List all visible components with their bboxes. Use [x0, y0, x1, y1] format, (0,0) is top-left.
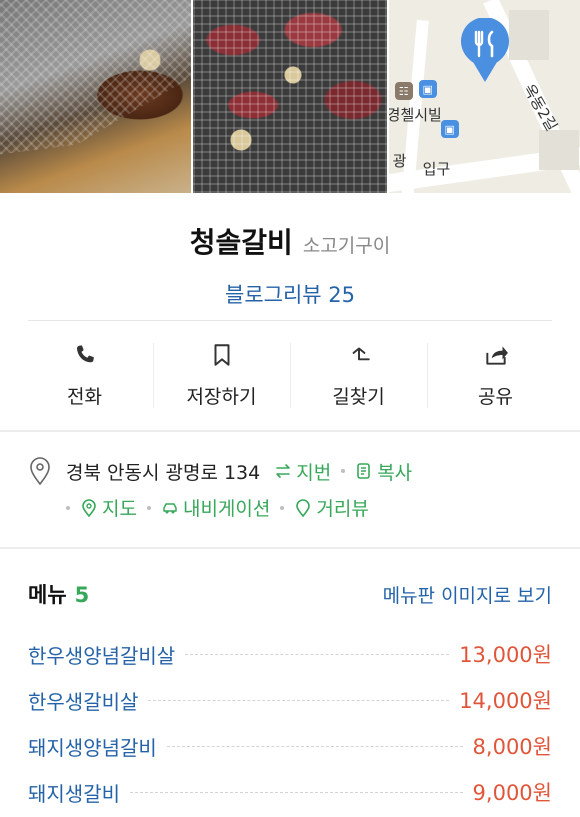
map-label-side-2: 광	[392, 152, 407, 170]
menu-item-name: 한우생양념갈비살	[28, 643, 176, 668]
menu-item-name: 돼지생양념갈비	[28, 735, 157, 760]
map-label-side-1: 입구	[422, 160, 451, 178]
lot-number-label: 지번	[296, 461, 332, 484]
map-thumbnail[interactable]: ☷ ▣ ▣ 경첼시빌 입구 광 옥동2길	[388, 0, 580, 193]
copy-label: 복사	[377, 461, 413, 484]
copy-address-button[interactable]: 복사	[355, 458, 412, 485]
menu-item[interactable]: 한우생갈비살 14,000원	[28, 677, 552, 723]
library-icon: ☷	[394, 82, 413, 100]
dotted-leader	[166, 745, 463, 747]
action-bar: 전화 저장하기 길찾기 공유	[16, 321, 564, 430]
menu-item-price: 8,000원	[472, 735, 552, 759]
place-name: 청솔갈비	[189, 226, 293, 259]
call-label: 전화	[67, 386, 102, 408]
menu-item-price: 13,000원	[459, 643, 552, 667]
menu-board-link[interactable]: 메뉴판 이미지로 보기	[383, 581, 552, 608]
menu-item-price: 9,000원	[472, 781, 552, 805]
photo-strip: ☷ ▣ ▣ 경첼시빌 입구 광 옥동2길	[0, 0, 580, 193]
menu-item-price: 14,000원	[459, 689, 552, 713]
phone-icon	[76, 345, 94, 363]
directions-icon	[352, 347, 370, 361]
restaurant-pin-icon	[460, 18, 509, 82]
map-pin-icon	[82, 498, 96, 517]
map-label-road: 옥동2길	[519, 81, 561, 135]
save-button[interactable]: 저장하기	[153, 321, 290, 430]
menu-list: 한우생양념갈비살 13,000원 한우생갈비살 14,000원 돼지생양념갈비 …	[28, 631, 552, 815]
bus-stop-icon: ▣	[418, 80, 437, 98]
dotted-leader	[185, 653, 450, 655]
separator-dot	[341, 469, 346, 473]
navigation-button[interactable]: 내비게이션	[161, 494, 270, 521]
dotted-leader	[148, 699, 450, 701]
directions-button[interactable]: 길찾기	[290, 321, 427, 430]
share-button[interactable]: 공유	[427, 321, 564, 430]
copy-icon	[357, 463, 371, 479]
street-view-label: 거리뷰	[316, 498, 369, 520]
street-view-button[interactable]: 거리뷰	[294, 494, 369, 521]
car-icon	[163, 502, 177, 513]
menu-item-name: 한우생갈비살	[28, 689, 139, 714]
lot-number-toggle[interactable]: 지번	[274, 458, 331, 485]
menu-item[interactable]: 돼지생갈비 9,000원	[28, 769, 552, 815]
separator-dot	[66, 505, 70, 510]
share-label: 공유	[478, 386, 513, 408]
map-label: 지도	[102, 498, 137, 520]
separator-dot	[280, 505, 285, 510]
save-label: 저장하기	[186, 386, 257, 408]
menu-item[interactable]: 한우생양념갈비살 13,000원	[28, 631, 552, 677]
directions-label: 길찾기	[332, 386, 385, 408]
call-button[interactable]: 전화	[16, 321, 153, 430]
location-pin-icon	[30, 457, 50, 486]
place-category: 소고기구이	[302, 235, 391, 257]
address-section: 경북 안동시 광명로 134 지번 복사 지도 내비게이션 거리뷰	[0, 432, 580, 547]
map-label-building: 경첼시빌	[388, 106, 442, 124]
place-header: 청솔갈비 소고기구이 블로그리뷰 25	[0, 193, 580, 319]
menu-title: 메뉴	[28, 583, 67, 607]
dotted-leader	[130, 791, 463, 793]
navigation-label: 내비게이션	[182, 498, 271, 520]
food-photo-2[interactable]	[193, 0, 387, 193]
menu-item-name: 돼지생갈비	[28, 781, 120, 806]
menu-count: 5	[74, 583, 90, 607]
share-icon	[485, 346, 508, 365]
street-view-icon	[296, 498, 311, 517]
menu-section: 메뉴 5 메뉴판 이미지로 보기 한우생양념갈비살 13,000원 한우생갈비살 …	[0, 549, 580, 817]
address-text: 경북 안동시 광명로 134	[66, 461, 261, 484]
bus-stop-icon-2: ▣	[440, 120, 459, 138]
menu-item[interactable]: 돼지생양념갈비 8,000원	[28, 723, 552, 769]
food-photo-1[interactable]	[0, 0, 192, 193]
separator-dot	[146, 505, 151, 510]
swap-icon	[276, 464, 291, 478]
blog-review-link[interactable]: 블로그리뷰 25	[225, 279, 355, 309]
map-button[interactable]: 지도	[80, 494, 137, 521]
bookmark-icon	[214, 344, 229, 366]
